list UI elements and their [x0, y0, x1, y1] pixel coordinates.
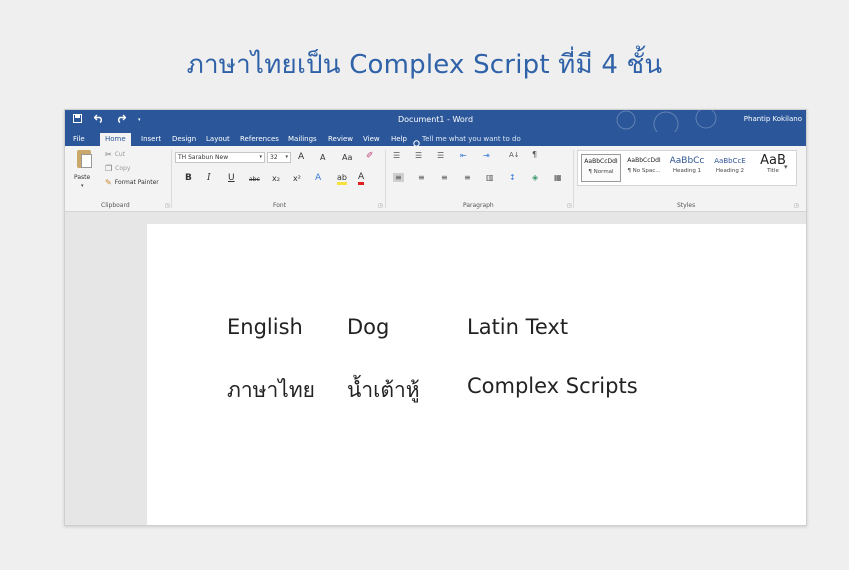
italic-button[interactable]: I — [207, 173, 211, 183]
ribbon: Paste ▾ ✂ Cut ❐ Copy ✎ Format Painter Cl… — [65, 146, 806, 212]
style-sample: AaBbCc — [669, 156, 705, 166]
tab-home[interactable]: Home — [100, 133, 131, 146]
styles-group-label: Styles — [677, 202, 696, 209]
user-name[interactable]: Phantip Kokilano — [744, 115, 802, 123]
tab-insert[interactable]: Insert — [141, 135, 161, 143]
text-effects-button[interactable]: A — [315, 173, 321, 183]
align-center-icon[interactable]: ≡ — [418, 173, 425, 182]
font-color-button[interactable]: A — [358, 172, 365, 185]
tab-file[interactable]: File — [73, 135, 85, 143]
clipboard-launcher-icon[interactable]: ◳ — [165, 203, 170, 209]
style-name: Heading 2 — [715, 168, 745, 174]
style-name: Heading 1 — [672, 168, 702, 174]
sort-icon[interactable]: A↓ — [509, 151, 520, 159]
copy-icon: ❐ — [105, 164, 113, 173]
decrease-indent-icon[interactable]: ⇤ — [460, 151, 467, 160]
doc-text-complex: Complex Scripts — [467, 374, 638, 398]
style-name: ¶ Normal — [588, 169, 614, 175]
document-page[interactable]: English Dog Latin Text ภาษาไทย น้ำเต้าหู… — [147, 224, 806, 525]
style-no-spacing[interactable]: AaBbCcDdI ¶ No Spac... — [624, 154, 664, 182]
doc-text-thai-word: น้ำเต้าหู้ — [347, 378, 420, 402]
paste-dropdown-icon[interactable]: ▾ — [81, 183, 84, 189]
font-size-select[interactable]: 32 ▾ — [267, 152, 291, 163]
tab-review[interactable]: Review — [328, 135, 353, 143]
style-name: ¶ No Spac... — [627, 168, 661, 174]
increase-indent-icon[interactable]: ⇥ — [483, 151, 490, 160]
paste-icon[interactable] — [77, 150, 92, 168]
style-heading-1[interactable]: AaBbCc Heading 1 — [667, 154, 707, 182]
slide-title: ภาษาไทยเป็น Complex Script ที่มี 4 ชั้น — [186, 50, 663, 80]
shading-icon[interactable]: ◈ — [532, 173, 538, 182]
paragraph-launcher-icon[interactable]: ◳ — [567, 203, 572, 209]
document-margin-area — [65, 212, 147, 525]
highlight-button[interactable]: ab — [337, 173, 347, 185]
cut-label: Cut — [114, 151, 126, 158]
format-painter-button[interactable]: ✎ Format Painter — [105, 178, 159, 187]
underline-button[interactable]: U — [228, 173, 235, 183]
clipboard-group-label: Clipboard — [101, 202, 130, 209]
superscript-button[interactable]: x² — [293, 174, 301, 183]
paste-button[interactable]: Paste — [74, 174, 90, 181]
tell-me-box[interactable]: Tell me what you want to do — [422, 135, 521, 143]
doc-text-dog: Dog — [347, 315, 390, 339]
strikethrough-button[interactable]: abc — [249, 176, 260, 183]
document-title: Document1 - Word — [397, 115, 474, 124]
style-heading-2[interactable]: AaBbCcE Heading 2 — [710, 154, 750, 182]
show-marks-icon[interactable]: ¶ — [532, 150, 537, 159]
thai-distributed-icon[interactable]: ▥ — [486, 173, 494, 182]
subscript-button[interactable]: x₂ — [272, 174, 280, 183]
doc-text-thai-language: ภาษาไทย — [227, 378, 315, 402]
cut-button[interactable]: ✂ Cut — [105, 150, 125, 159]
tab-design[interactable]: Design — [172, 135, 196, 143]
styles-more-icon[interactable]: ▾ — [784, 163, 788, 171]
group-divider — [385, 150, 386, 208]
doc-text-english: English — [227, 315, 303, 339]
style-sample: AaBbCcDdI — [584, 158, 618, 165]
align-left-icon[interactable]: ≡ — [393, 173, 404, 182]
grow-font-button[interactable]: A — [298, 152, 304, 162]
copy-label: Copy — [115, 165, 131, 172]
title-bar: ▾ Document1 - Word Phantip Kokilano — [65, 110, 806, 132]
change-case-button[interactable]: Aa — [342, 153, 352, 162]
multilevel-list-icon[interactable]: ☰ — [437, 151, 444, 160]
font-launcher-icon[interactable]: ◳ — [378, 203, 383, 209]
group-divider — [573, 150, 574, 208]
tab-mailings[interactable]: Mailings — [288, 135, 317, 143]
font-size-value: 32 — [270, 154, 278, 161]
justify-icon[interactable]: ≡ — [464, 173, 471, 182]
group-divider — [171, 150, 172, 208]
ribbon-tabs: File Home Insert Design Layout Reference… — [65, 132, 806, 149]
style-sample: AaBbCcE — [714, 157, 746, 165]
tab-layout[interactable]: Layout — [206, 135, 230, 143]
clear-formatting-icon[interactable]: ✐ — [366, 151, 374, 161]
format-painter-label: Format Painter — [114, 179, 159, 186]
paragraph-group-label: Paragraph — [463, 202, 494, 209]
font-group-label: Font — [273, 202, 287, 209]
font-family-select[interactable]: TH Sarabun New ▾ — [175, 152, 265, 163]
tab-references[interactable]: References — [240, 135, 279, 143]
copy-button[interactable]: ❐ Copy — [105, 164, 130, 173]
word-window: ▾ Document1 - Word Phantip Kokilano File… — [64, 109, 807, 526]
borders-icon[interactable]: ▦ — [554, 173, 562, 182]
shrink-font-button[interactable]: A — [320, 153, 325, 162]
tab-view[interactable]: View — [363, 135, 380, 143]
line-spacing-icon[interactable]: ↕ — [509, 173, 516, 182]
bullets-icon[interactable]: ☰ — [393, 151, 400, 160]
bold-button[interactable]: B — [185, 173, 192, 183]
chevron-down-icon: ▾ — [285, 154, 288, 160]
align-right-icon[interactable]: ≡ — [441, 173, 448, 182]
paintbrush-icon: ✎ — [105, 178, 112, 187]
style-sample: AaBbCcDdI — [627, 157, 661, 164]
styles-launcher-icon[interactable]: ◳ — [794, 203, 799, 209]
numbering-icon[interactable]: ☰ — [415, 151, 422, 160]
styles-gallery: AaBbCcDdI ¶ Normal AaBbCcDdI ¶ No Spac..… — [577, 150, 797, 186]
font-family-value: TH Sarabun New — [178, 154, 229, 161]
style-normal[interactable]: AaBbCcDdI ¶ Normal — [581, 154, 621, 182]
chevron-down-icon: ▾ — [259, 154, 262, 160]
scissors-icon: ✂ — [105, 150, 112, 159]
doc-text-latin: Latin Text — [467, 315, 569, 339]
tab-help[interactable]: Help — [391, 135, 407, 143]
